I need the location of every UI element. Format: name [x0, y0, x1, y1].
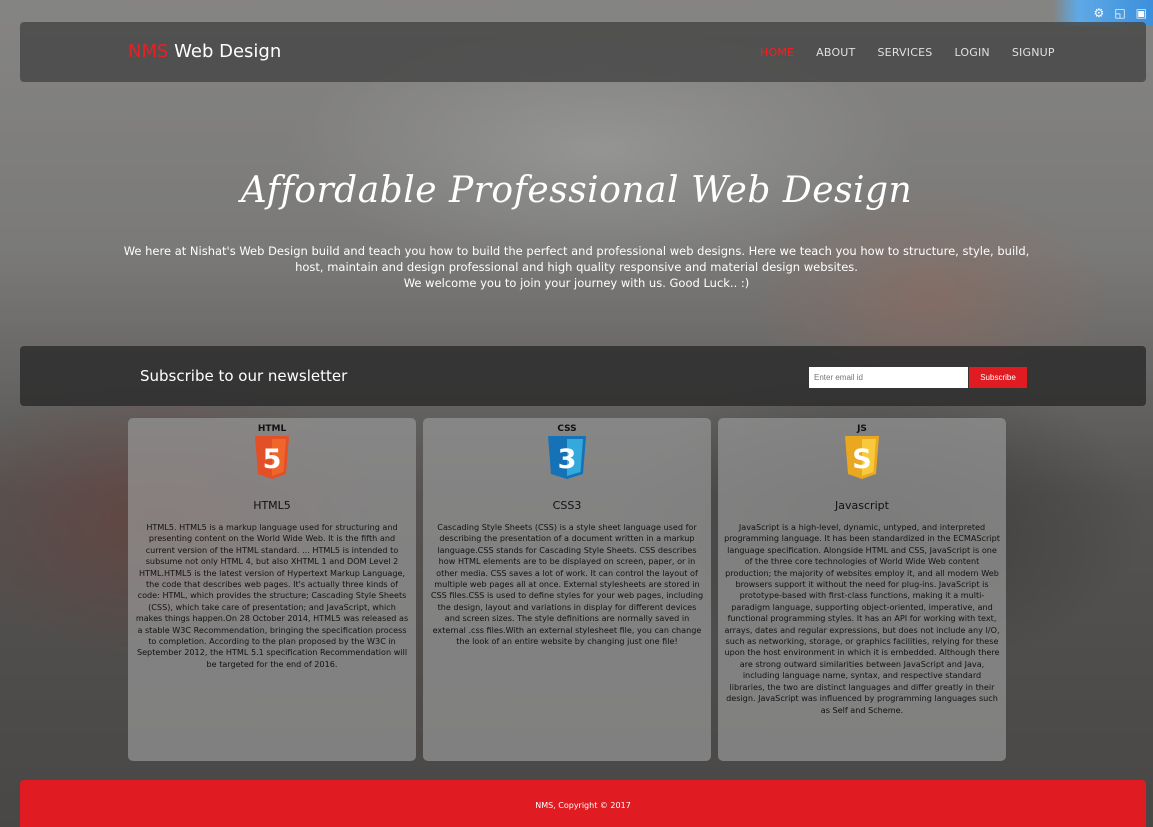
settings-icon[interactable]: ⚙ — [1094, 6, 1105, 20]
javascript-logo-number: S — [852, 444, 871, 475]
css3-logo-label: CSS — [557, 424, 576, 434]
card-text: Cascading Style Sheets (CSS) is a style … — [430, 522, 704, 647]
css3-icon: CSS 3 — [548, 424, 586, 479]
brand-suffix: Web Design — [168, 41, 282, 62]
nav-services-link[interactable]: SERVICES — [877, 46, 932, 59]
hero-line-1: We here at Nishat's Web Design build and… — [123, 244, 1030, 274]
subscribe-button[interactable]: Subscribe — [969, 367, 1027, 388]
card-html5: HTML 5 HTML5 HTML5. HTML5 is a markup la… — [128, 418, 416, 761]
brand-prefix: NMS — [128, 41, 169, 62]
window-icon[interactable]: ◱ — [1114, 6, 1125, 20]
javascript-logo-label: JS — [856, 424, 867, 434]
nav-login-link[interactable]: LOGIN — [954, 46, 989, 59]
nav-links: HOME ABOUT SERVICES LOGIN SIGNUP — [760, 46, 1055, 59]
nav-home-link[interactable]: HOME — [760, 46, 794, 59]
html5-icon: HTML 5 — [255, 424, 289, 479]
card-title: CSS3 — [552, 499, 582, 512]
card-title: Javascript — [835, 499, 889, 512]
css3-logo-number: 3 — [558, 444, 577, 475]
card-title: HTML5 — [253, 499, 291, 512]
nav-about-link[interactable]: ABOUT — [816, 46, 855, 59]
card-javascript: JS S Javascript JavaScript is a high-lev… — [718, 418, 1006, 761]
hero-title: Affordable Professional Web Design — [240, 170, 913, 211]
newsletter-bar: Subscribe to our newsletter Subscribe — [20, 346, 1146, 406]
nav-signup-link[interactable]: SIGNUP — [1012, 46, 1055, 59]
hero-line-2: We welcome you to join your journey with… — [403, 276, 750, 290]
newsletter-title: Subscribe to our newsletter — [140, 367, 348, 385]
footer: NMS, Copyright © 2017 — [20, 780, 1146, 827]
card-text: JavaScript is a high-level, dynamic, unt… — [724, 522, 1000, 715]
card-text: HTML5. HTML5 is a markup language used f… — [135, 522, 409, 669]
panel-icon[interactable]: ▣ — [1136, 6, 1147, 20]
html5-logo-label: HTML — [258, 424, 287, 434]
email-input[interactable] — [809, 367, 968, 388]
card-css3: CSS 3 CSS3 Cascading Style Sheets (CSS) … — [423, 418, 711, 761]
navbar: NMS Web Design HOME ABOUT SERVICES LOGIN… — [20, 22, 1146, 82]
brand-logo[interactable]: NMS Web Design — [128, 41, 281, 62]
hero-description: We here at Nishat's Web Design build and… — [120, 243, 1033, 291]
javascript-icon: JS S — [845, 424, 879, 479]
copyright-text: NMS, Copyright © 2017 — [535, 801, 631, 810]
html5-logo-number: 5 — [263, 444, 282, 475]
